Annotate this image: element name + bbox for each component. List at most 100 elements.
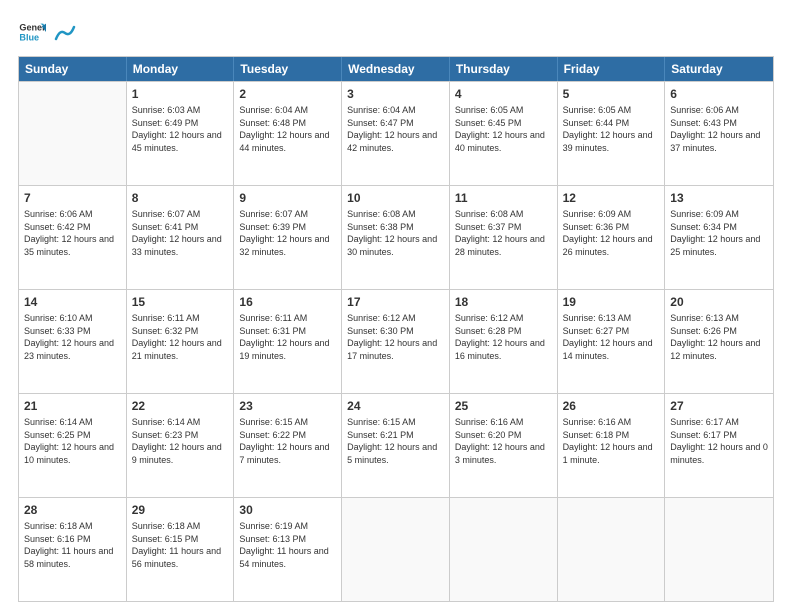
calendar-cell: 25Sunrise: 6:16 AMSunset: 6:20 PMDayligh… — [450, 394, 558, 497]
day-info: Sunrise: 6:15 AMSunset: 6:22 PMDaylight:… — [239, 416, 336, 466]
day-info: Sunrise: 6:18 AMSunset: 6:16 PMDaylight:… — [24, 520, 121, 570]
day-number: 12 — [563, 190, 660, 206]
day-info: Sunrise: 6:06 AMSunset: 6:42 PMDaylight:… — [24, 208, 121, 258]
calendar-cell — [558, 498, 666, 601]
calendar-cell: 18 Sunrise: 6:12 AMSunset: 6:28 PMDayligh… — [450, 290, 558, 393]
calendar-cell: 6 Sunrise: 6:06 AMSunset: 6:43 PMDaylight… — [665, 82, 773, 185]
day-info: Sunrise: 6:07 AMSunset: 6:39 PMDaylight:… — [239, 208, 336, 258]
day-number: 13 — [670, 190, 768, 206]
calendar-cell: 21 Sunrise: 6:14 AMSunset: 6:25 PMDayligh… — [19, 394, 127, 497]
calendar-cell: 12 Sunrise: 6:09 AMSunset: 6:36 PMDayligh… — [558, 186, 666, 289]
calendar-cell: 5 Sunrise: 6:05 AMSunset: 6:44 PMDaylight… — [558, 82, 666, 185]
svg-text:Blue: Blue — [19, 32, 39, 42]
day-number: 4 — [455, 86, 552, 102]
day-info: Sunrise: 6:09 AMSunset: 6:36 PMDaylight:… — [563, 208, 660, 258]
day-info: Sunrise: 6:09 AMSunset: 6:34 PMDaylight:… — [670, 208, 768, 258]
calendar: SundayMondayTuesdayWednesdayThursdayFrid… — [18, 56, 774, 602]
day-number: 17 — [347, 294, 444, 310]
day-number: 1 — [132, 86, 229, 102]
day-info: Sunrise: 6:14 AMSunset: 6:25 PMDaylight:… — [24, 416, 121, 466]
calendar-cell: 24Sunrise: 6:15 AMSunset: 6:21 PMDayligh… — [342, 394, 450, 497]
calendar-cell: 17 Sunrise: 6:12 AMSunset: 6:30 PMDayligh… — [342, 290, 450, 393]
calendar-week: 21 Sunrise: 6:14 AMSunset: 6:25 PMDayligh… — [19, 393, 773, 497]
day-info: Sunrise: 6:10 AMSunset: 6:33 PMDaylight:… — [24, 312, 121, 362]
calendar-body: 1 Sunrise: 6:03 AMSunset: 6:49 PMDaylight… — [19, 81, 773, 601]
calendar-header-cell: Friday — [558, 57, 666, 81]
calendar-cell: 14 Sunrise: 6:10 AMSunset: 6:33 PMDayligh… — [19, 290, 127, 393]
calendar-header-cell: Saturday — [665, 57, 773, 81]
day-info: Sunrise: 6:12 AMSunset: 6:30 PMDaylight:… — [347, 312, 444, 362]
calendar-header-cell: Wednesday — [342, 57, 450, 81]
calendar-header-row: SundayMondayTuesdayWednesdayThursdayFrid… — [19, 57, 773, 81]
calendar-week: 1 Sunrise: 6:03 AMSunset: 6:49 PMDaylight… — [19, 81, 773, 185]
day-number: 14 — [24, 294, 121, 310]
day-number: 20 — [670, 294, 768, 310]
day-info: Sunrise: 6:03 AMSunset: 6:49 PMDaylight:… — [132, 104, 229, 154]
day-number: 29 — [132, 502, 229, 518]
day-info: Sunrise: 6:16 AMSunset: 6:18 PMDaylight:… — [563, 416, 660, 466]
day-number: 6 — [670, 86, 768, 102]
day-number: 21 — [24, 398, 121, 414]
logo-wave-icon — [54, 21, 76, 43]
day-info: Sunrise: 6:04 AMSunset: 6:47 PMDaylight:… — [347, 104, 444, 154]
calendar-cell — [450, 498, 558, 601]
day-info: Sunrise: 6:08 AMSunset: 6:38 PMDaylight:… — [347, 208, 444, 258]
day-number: 5 — [563, 86, 660, 102]
calendar-cell: 29Sunrise: 6:18 AMSunset: 6:15 PMDayligh… — [127, 498, 235, 601]
day-info: Sunrise: 6:17 AMSunset: 6:17 PMDaylight:… — [670, 416, 768, 466]
day-number: 8 — [132, 190, 229, 206]
day-info: Sunrise: 6:19 AMSunset: 6:13 PMDaylight:… — [239, 520, 336, 570]
day-info: Sunrise: 6:12 AMSunset: 6:28 PMDaylight:… — [455, 312, 552, 362]
day-number: 27 — [670, 398, 768, 414]
day-info: Sunrise: 6:05 AMSunset: 6:45 PMDaylight:… — [455, 104, 552, 154]
calendar-cell: 13 Sunrise: 6:09 AMSunset: 6:34 PMDayligh… — [665, 186, 773, 289]
day-number: 26 — [563, 398, 660, 414]
day-info: Sunrise: 6:04 AMSunset: 6:48 PMDaylight:… — [239, 104, 336, 154]
day-number: 3 — [347, 86, 444, 102]
day-number: 2 — [239, 86, 336, 102]
day-info: Sunrise: 6:05 AMSunset: 6:44 PMDaylight:… — [563, 104, 660, 154]
calendar-cell: 1 Sunrise: 6:03 AMSunset: 6:49 PMDaylight… — [127, 82, 235, 185]
day-info: Sunrise: 6:06 AMSunset: 6:43 PMDaylight:… — [670, 104, 768, 154]
calendar-cell: 30 Sunrise: 6:19 AMSunset: 6:13 PMDayligh… — [234, 498, 342, 601]
logo: General Blue — [18, 18, 76, 46]
calendar-cell: 27 Sunrise: 6:17 AMSunset: 6:17 PMDayligh… — [665, 394, 773, 497]
calendar-cell: 4 Sunrise: 6:05 AMSunset: 6:45 PMDaylight… — [450, 82, 558, 185]
day-info: Sunrise: 6:11 AMSunset: 6:32 PMDaylight:… — [132, 312, 229, 362]
calendar-cell: 23 Sunrise: 6:15 AMSunset: 6:22 PMDayligh… — [234, 394, 342, 497]
day-number: 16 — [239, 294, 336, 310]
calendar-week: 7 Sunrise: 6:06 AMSunset: 6:42 PMDaylight… — [19, 185, 773, 289]
day-number: 9 — [239, 190, 336, 206]
calendar-cell: 8 Sunrise: 6:07 AMSunset: 6:41 PMDaylight… — [127, 186, 235, 289]
day-number: 22 — [132, 398, 229, 414]
day-info: Sunrise: 6:15 AMSunset: 6:21 PMDaylight:… — [347, 416, 444, 466]
calendar-header-cell: Thursday — [450, 57, 558, 81]
day-info: Sunrise: 6:13 AMSunset: 6:27 PMDaylight:… — [563, 312, 660, 362]
calendar-cell: 3 Sunrise: 6:04 AMSunset: 6:47 PMDaylight… — [342, 82, 450, 185]
day-number: 30 — [239, 502, 336, 518]
day-number: 11 — [455, 190, 552, 206]
calendar-week: 14 Sunrise: 6:10 AMSunset: 6:33 PMDayligh… — [19, 289, 773, 393]
page: General Blue SundayMondayTuesdayWednesda… — [0, 0, 792, 612]
day-number: 7 — [24, 190, 121, 206]
calendar-cell: 10 Sunrise: 6:08 AMSunset: 6:38 PMDayligh… — [342, 186, 450, 289]
calendar-cell: 7 Sunrise: 6:06 AMSunset: 6:42 PMDaylight… — [19, 186, 127, 289]
day-info: Sunrise: 6:11 AMSunset: 6:31 PMDaylight:… — [239, 312, 336, 362]
day-info: Sunrise: 6:13 AMSunset: 6:26 PMDaylight:… — [670, 312, 768, 362]
calendar-header-cell: Sunday — [19, 57, 127, 81]
calendar-cell: 26 Sunrise: 6:16 AMSunset: 6:18 PMDayligh… — [558, 394, 666, 497]
day-info: Sunrise: 6:08 AMSunset: 6:37 PMDaylight:… — [455, 208, 552, 258]
calendar-cell: 9 Sunrise: 6:07 AMSunset: 6:39 PMDaylight… — [234, 186, 342, 289]
day-number: 23 — [239, 398, 336, 414]
day-info: Sunrise: 6:07 AMSunset: 6:41 PMDaylight:… — [132, 208, 229, 258]
calendar-cell: 16 Sunrise: 6:11 AMSunset: 6:31 PMDayligh… — [234, 290, 342, 393]
day-info: Sunrise: 6:14 AMSunset: 6:23 PMDaylight:… — [132, 416, 229, 466]
calendar-cell: 19Sunrise: 6:13 AMSunset: 6:27 PMDayligh… — [558, 290, 666, 393]
day-number: 18 — [455, 294, 552, 310]
calendar-cell — [342, 498, 450, 601]
calendar-header-cell: Tuesday — [234, 57, 342, 81]
day-number: 10 — [347, 190, 444, 206]
day-number: 28 — [24, 502, 121, 518]
calendar-cell: 2 Sunrise: 6:04 AMSunset: 6:48 PMDaylight… — [234, 82, 342, 185]
header: General Blue — [18, 18, 774, 46]
